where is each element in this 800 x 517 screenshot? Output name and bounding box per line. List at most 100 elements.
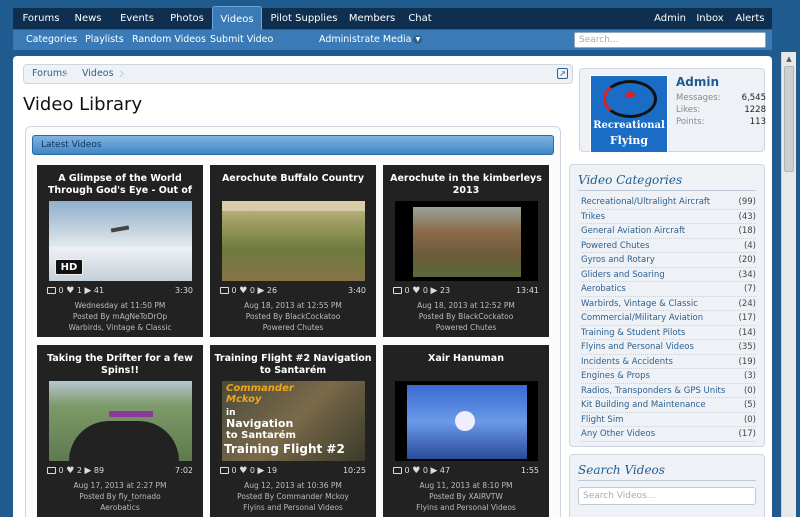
video-meta: Wednesday at 11:50 PM Posted By mAgNeToD…: [37, 300, 203, 333]
comment-icon: [47, 467, 56, 474]
video-category[interactable]: Flyins and Personal Videos: [210, 502, 376, 513]
tab-chat[interactable]: Chat: [405, 8, 435, 30]
category-item[interactable]: Engines & Props (3): [581, 369, 756, 384]
admin-link[interactable]: Admin: [653, 8, 687, 30]
subnav-random-videos[interactable]: Random Videos: [132, 30, 206, 50]
category-item[interactable]: Trikes (43): [581, 210, 756, 224]
video-duration: 3:30: [175, 286, 193, 295]
video-meta: Aug 17, 2013 at 2:27 PM Posted By fly_to…: [37, 480, 203, 513]
category-item[interactable]: Gyros and Rotary (20): [581, 253, 756, 268]
category-item[interactable]: Recreational/Ultralight Aircraft (99): [581, 195, 756, 210]
category-item[interactable]: Aerobatics (7): [581, 282, 756, 297]
video-stats: 0 ♥ 2 ▶ 89 7:02: [47, 466, 193, 476]
comment-count: 0: [58, 466, 64, 475]
page-scrollbar[interactable]: ▲: [781, 52, 796, 517]
video-duration: 13:41: [515, 286, 539, 295]
category-count: (18): [738, 226, 756, 236]
video-category[interactable]: Powered Chutes: [383, 322, 549, 333]
administrate-media-menu[interactable]: Administrate Media ▼: [319, 30, 423, 50]
category-item[interactable]: Training & Student Pilots (14): [581, 326, 756, 340]
category-item[interactable]: Powered Chutes (4): [581, 239, 756, 253]
tab-events[interactable]: Events: [114, 8, 160, 30]
video-thumbnail[interactable]: [395, 201, 538, 281]
category-item[interactable]: Radios, Transponders & GPS Units (0): [581, 384, 756, 398]
category-item[interactable]: Any Other Videos (17): [581, 427, 756, 442]
video-poster[interactable]: Posted By BlackCockatoo: [383, 311, 549, 322]
video-poster[interactable]: Posted By mAgNeToDrOp: [37, 311, 203, 322]
tab-forums[interactable]: Forums: [19, 8, 63, 30]
comment-count: 0: [231, 466, 237, 475]
video-poster[interactable]: Posted By Commander Mckoy: [210, 491, 376, 502]
video-title[interactable]: Aerochute in the kimberleys 2013: [387, 173, 545, 197]
tab-news[interactable]: News: [69, 8, 107, 30]
play-icon: ▶: [430, 466, 438, 476]
category-item[interactable]: Gliders and Soaring (34): [581, 268, 756, 282]
category-count: (99): [738, 197, 756, 207]
video-thumbnail[interactable]: HD: [49, 201, 192, 281]
category-item[interactable]: Incidents & Accidents (19): [581, 355, 756, 369]
scroll-thumb[interactable]: [784, 66, 794, 172]
divider: [578, 480, 756, 481]
video-title[interactable]: Taking the Drifter for a few Spins!!: [41, 353, 199, 377]
alerts-link[interactable]: Alerts: [735, 8, 765, 30]
heart-icon: ♥: [66, 286, 75, 296]
video-poster[interactable]: Posted By XAIRVTW: [383, 491, 549, 502]
stat-value: 1228: [744, 105, 766, 115]
search-videos-input[interactable]: Search Videos...: [578, 487, 756, 505]
video-title[interactable]: Aerochute Buffalo Country: [214, 173, 372, 197]
video-poster[interactable]: Posted By fly_tornado: [37, 491, 203, 502]
scroll-up-icon[interactable]: ▲: [784, 54, 794, 64]
tab-members[interactable]: Members: [345, 8, 399, 30]
inbox-link[interactable]: Inbox: [695, 8, 725, 30]
category-count: (17): [738, 429, 756, 439]
video-card[interactable]: Taking the Drifter for a few Spins!! 0 ♥…: [37, 345, 203, 517]
video-title[interactable]: Training Flight #2 Navigation to Santaré…: [214, 353, 372, 377]
breadcrumb-videos[interactable]: Videos: [82, 65, 114, 83]
avatar[interactable]: Recreational Flying: [590, 75, 668, 153]
video-card[interactable]: A Glimpse of the World Through God's Eye…: [37, 165, 203, 337]
category-count: (24): [738, 298, 756, 309]
category-name: Flight Sim: [581, 414, 624, 425]
logo-dot-icon: [625, 92, 635, 98]
video-card[interactable]: Aerochute in the kimberleys 2013 0 ♥ 0 ▶…: [383, 165, 549, 337]
category-item[interactable]: Flyins and Personal Videos (35): [581, 340, 756, 355]
category-item[interactable]: Flight Sim (0): [581, 413, 756, 427]
video-poster[interactable]: Posted By BlackCockatoo: [210, 311, 376, 322]
category-item[interactable]: Kit Building and Maintenance (5): [581, 398, 756, 413]
tab-pilot-supplies[interactable]: Pilot Supplies: [268, 8, 340, 30]
video-thumbnail[interactable]: Commander Mckoy in Navigation to Santaré…: [222, 381, 365, 461]
subnav-submit-video[interactable]: Submit Video: [210, 30, 273, 50]
subnav-categories[interactable]: Categories: [26, 30, 77, 50]
profile-stat-messages: Messages: 6,545: [676, 93, 770, 103]
page-title: Video Library: [23, 94, 143, 115]
video-card[interactable]: Aerochute Buffalo Country 0 ♥ 0 ▶ 26 3:4…: [210, 165, 376, 337]
comment-icon: [47, 287, 56, 294]
video-library-panel: Latest Videos A Glimpse of the World Thr…: [25, 126, 561, 517]
video-category[interactable]: Flyins and Personal Videos: [383, 502, 549, 513]
video-title[interactable]: Xair Hanuman: [387, 353, 545, 377]
video-category[interactable]: Powered Chutes: [210, 322, 376, 333]
video-title[interactable]: A Glimpse of the World Through God's Eye…: [41, 173, 199, 197]
video-card[interactable]: Training Flight #2 Navigation to Santaré…: [210, 345, 376, 517]
profile-name[interactable]: Admin: [676, 75, 719, 89]
category-name: Gyros and Rotary: [581, 255, 655, 265]
video-thumbnail[interactable]: [49, 381, 192, 461]
comment-count: 0: [404, 286, 410, 295]
video-category[interactable]: Aerobatics: [37, 502, 203, 513]
popout-icon[interactable]: ↗: [557, 68, 568, 79]
category-item[interactable]: General Aviation Aircraft (18): [581, 224, 756, 239]
site-search-input[interactable]: Search...: [574, 32, 766, 48]
video-thumbnail[interactable]: [222, 201, 365, 281]
category-item[interactable]: Warbirds, Vintage & Classic (24): [581, 297, 756, 311]
category-item[interactable]: Commercial/Military Aviation (17): [581, 311, 756, 326]
tab-videos[interactable]: Videos: [212, 6, 262, 31]
category-name: Any Other Videos: [581, 429, 656, 439]
video-category[interactable]: Warbirds, Vintage & Classic: [37, 322, 203, 333]
tab-photos[interactable]: Photos: [166, 8, 208, 30]
view-count: 23: [439, 286, 451, 295]
category-count: (0): [743, 385, 756, 396]
video-thumbnail[interactable]: [395, 381, 538, 461]
video-card[interactable]: Xair Hanuman 0 ♥ 0 ▶ 47 1:55 Aug 11, 201…: [383, 345, 549, 517]
subnav-playlists[interactable]: Playlists: [85, 30, 124, 50]
thumb-text: to Santarém: [226, 430, 296, 441]
